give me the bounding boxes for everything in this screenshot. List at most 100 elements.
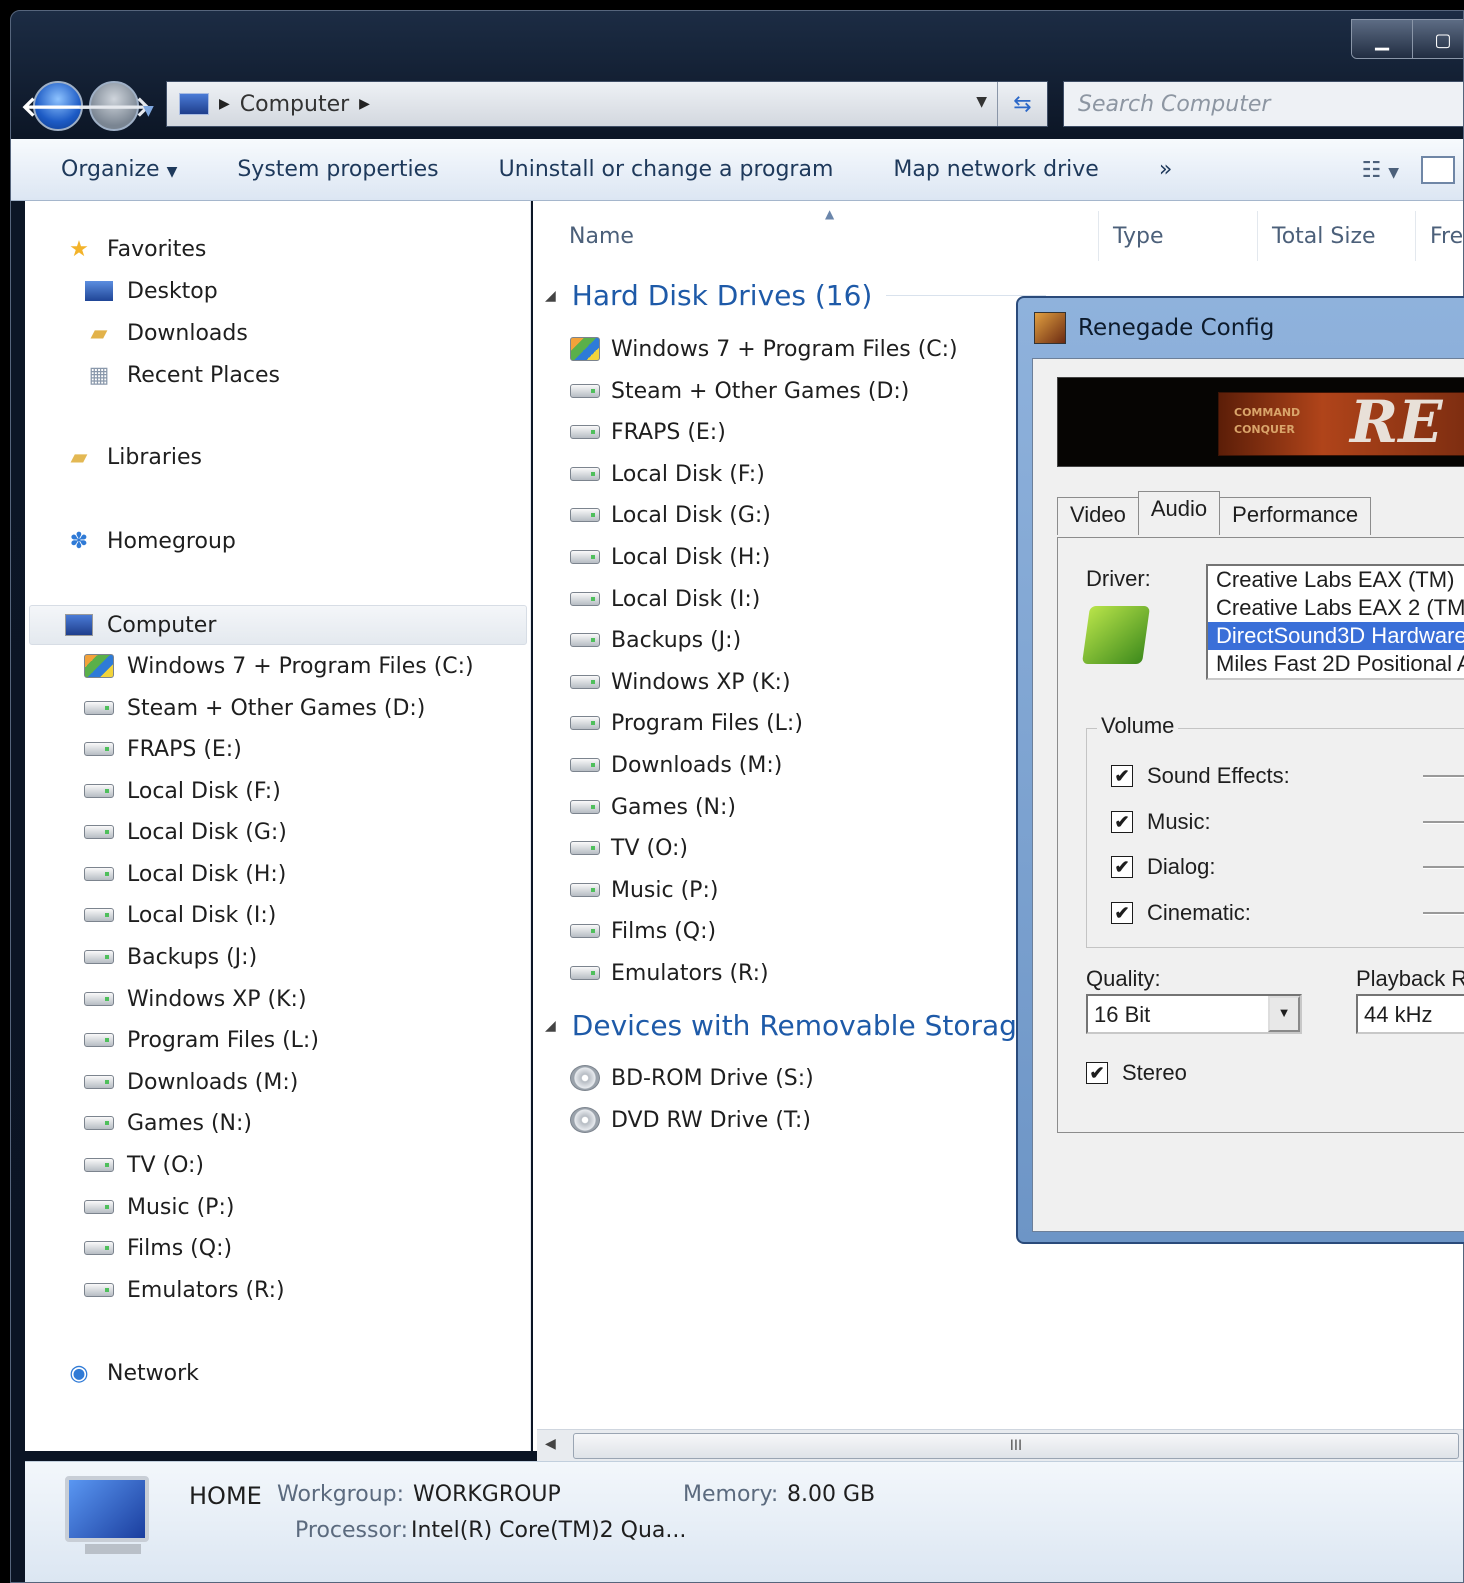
nav-drive[interactable]: FRAPS (E:) <box>83 731 242 767</box>
drive-item[interactable]: Local Disk (G:) <box>569 497 771 533</box>
checkbox-check-icon[interactable]: ✔ <box>1111 811 1133 833</box>
drive-item[interactable]: Steam + Other Games (D:) <box>569 373 909 409</box>
nav-drive[interactable]: Windows 7 + Program Files (C:) <box>83 648 474 684</box>
drive-item[interactable]: Downloads (M:) <box>569 747 782 783</box>
dialog-checkbox[interactable]: ✔ Dialog: <box>1111 854 1215 880</box>
playback-rate-select[interactable]: 44 kHz <box>1356 994 1464 1034</box>
checkbox-check-icon[interactable]: ✔ <box>1111 765 1133 787</box>
nav-computer[interactable]: Computer <box>63 607 216 643</box>
music-slider[interactable] <box>1423 821 1464 824</box>
collapse-triangle-icon[interactable]: ◢ <box>545 1018 556 1034</box>
nav-drive[interactable]: Steam + Other Games (D:) <box>83 690 425 726</box>
nav-drive[interactable]: Local Disk (G:) <box>83 814 287 850</box>
drive-item[interactable]: Windows 7 + Program Files (C:) <box>569 331 958 367</box>
drive-item[interactable]: Windows XP (K:) <box>569 664 791 700</box>
drive-item[interactable]: TV (O:) <box>569 830 688 866</box>
optical-drive-item[interactable]: DVD RW Drive (T:) <box>569 1102 811 1138</box>
nav-drive[interactable]: Games (N:) <box>83 1105 252 1141</box>
view-options-icon[interactable]: ☷ ▼ <box>1362 158 1400 183</box>
address-bar[interactable]: ▶ Computer ▶ ▼ ⇆ <box>166 81 1048 127</box>
cinematic-checkbox[interactable]: ✔ Cinematic: <box>1111 900 1251 926</box>
cinematic-slider[interactable] <box>1423 912 1464 915</box>
nav-network[interactable]: ◉ Network <box>63 1355 198 1391</box>
nav-drive[interactable]: Local Disk (F:) <box>83 773 281 809</box>
column-total-size[interactable]: Total Size <box>1257 211 1413 261</box>
checkbox-check-icon[interactable]: ✔ <box>1111 902 1133 924</box>
sound-effects-checkbox[interactable]: ✔ Sound Effects: <box>1111 763 1290 789</box>
tab-audio[interactable]: Audio <box>1137 491 1221 535</box>
nav-homegroup[interactable]: ✽ Homegroup <box>63 523 236 559</box>
nav-drive[interactable]: TV (O:) <box>83 1147 204 1183</box>
collapse-triangle-icon[interactable]: ◢ <box>545 288 556 304</box>
drive-item[interactable]: Local Disk (F:) <box>569 456 765 492</box>
dialog-titlebar[interactable]: Renegade Config <box>1034 312 1274 344</box>
search-input[interactable]: Search Computer <box>1063 81 1463 127</box>
hard-drive-icon <box>570 675 600 689</box>
recent-pages-dropdown-icon[interactable]: ▼ <box>143 103 154 119</box>
drive-item[interactable]: Games (N:) <box>569 789 736 825</box>
refresh-icon[interactable]: ⇆ <box>997 82 1047 126</box>
column-type[interactable]: Type <box>1098 211 1256 261</box>
nav-drive[interactable]: Program Files (L:) <box>83 1022 319 1058</box>
nav-drive[interactable]: Windows XP (K:) <box>83 981 307 1017</box>
tab-video[interactable]: Video <box>1057 497 1139 535</box>
driver-list[interactable]: Creative Labs EAX (TM) Creative Labs EAX… <box>1206 564 1464 680</box>
map-network-drive-button[interactable]: Map network drive <box>863 157 1128 182</box>
driver-option[interactable]: Creative Labs EAX (TM) <box>1208 566 1464 594</box>
checkbox-check-icon[interactable]: ✔ <box>1111 856 1133 878</box>
nav-desktop[interactable]: Desktop <box>83 273 218 309</box>
hard-drive-icon <box>84 1033 114 1047</box>
breadcrumb-computer[interactable]: Computer <box>240 92 349 117</box>
quality-select[interactable]: 16 Bit ▼ <box>1086 994 1302 1034</box>
music-checkbox[interactable]: ✔ Music: <box>1111 809 1211 835</box>
nav-favorites[interactable]: ★ Favorites <box>63 231 206 267</box>
stereo-checkbox[interactable]: ✔ Stereo <box>1086 1060 1187 1086</box>
driver-option[interactable]: Creative Labs EAX 2 (TM <box>1208 594 1464 622</box>
checkbox-check-icon[interactable]: ✔ <box>1086 1062 1108 1084</box>
column-free-space[interactable]: Fre <box>1415 211 1463 261</box>
sound-effects-slider[interactable] <box>1423 775 1464 778</box>
nav-drive[interactable]: Films (Q:) <box>83 1230 232 1266</box>
breadcrumb-chevron-icon[interactable]: ▶ <box>359 96 370 112</box>
breadcrumb-chevron-icon[interactable]: ▶ <box>219 96 230 112</box>
nav-drive[interactable]: Downloads (M:) <box>83 1064 298 1100</box>
forward-button[interactable]: 🡒 <box>76 81 152 131</box>
uninstall-button[interactable]: Uninstall or change a program <box>469 157 864 182</box>
organize-button[interactable]: Organize ▼ <box>11 157 207 182</box>
optical-drive-item[interactable]: BD-ROM Drive (S:) <box>569 1060 814 1096</box>
address-dropdown-icon[interactable]: ▼ <box>976 94 987 110</box>
drive-item[interactable]: FRAPS (E:) <box>569 414 726 450</box>
group-removable-storage[interactable]: ◢ Devices with Removable Storage <box>545 1009 1034 1042</box>
dialog-slider[interactable] <box>1423 866 1464 869</box>
nav-drive[interactable]: Local Disk (I:) <box>83 897 276 933</box>
horizontal-scrollbar[interactable]: ◀ III <box>537 1429 1463 1461</box>
system-properties-button[interactable]: System properties <box>207 157 468 182</box>
nav-drive[interactable]: Emulators (R:) <box>83 1272 285 1308</box>
column-name[interactable]: Name ▲ <box>555 207 1095 261</box>
drive-item[interactable]: Backups (J:) <box>569 622 741 658</box>
maximize-button[interactable]: ▢ <box>1413 20 1463 58</box>
nav-drive[interactable]: Backups (J:) <box>83 939 257 975</box>
scroll-left-icon[interactable]: ◀ <box>545 1436 556 1452</box>
driver-option[interactable]: Miles Fast 2D Positional A <box>1208 650 1464 678</box>
desktop-icon <box>83 277 115 305</box>
drive-item[interactable]: Emulators (R:) <box>569 955 769 991</box>
nav-drive[interactable]: Local Disk (H:) <box>83 856 286 892</box>
drive-item[interactable]: Program Files (L:) <box>569 705 803 741</box>
drive-item[interactable]: Films (Q:) <box>569 913 716 949</box>
nav-recent-places[interactable]: ▦ Recent Places <box>83 357 280 393</box>
chevron-down-icon[interactable]: ▼ <box>1268 996 1300 1032</box>
nav-libraries[interactable]: ▰ Libraries <box>63 439 202 475</box>
nav-drive[interactable]: Music (P:) <box>83 1189 234 1225</box>
driver-option-selected[interactable]: DirectSound3D Hardware <box>1208 621 1464 651</box>
nav-downloads[interactable]: ▰ Downloads <box>83 315 248 351</box>
minimize-button[interactable]: ▁ <box>1352 20 1413 58</box>
group-hard-disk-drives[interactable]: ◢ Hard Disk Drives (16) <box>545 279 1047 312</box>
scrollbar-thumb[interactable]: III <box>573 1433 1459 1459</box>
drive-item[interactable]: Music (P:) <box>569 872 718 908</box>
drive-item[interactable]: Local Disk (I:) <box>569 581 760 617</box>
preview-pane-icon[interactable] <box>1421 156 1455 184</box>
tab-performance[interactable]: Performance <box>1219 497 1372 535</box>
more-commands-button[interactable]: » <box>1129 157 1202 182</box>
drive-item[interactable]: Local Disk (H:) <box>569 539 770 575</box>
